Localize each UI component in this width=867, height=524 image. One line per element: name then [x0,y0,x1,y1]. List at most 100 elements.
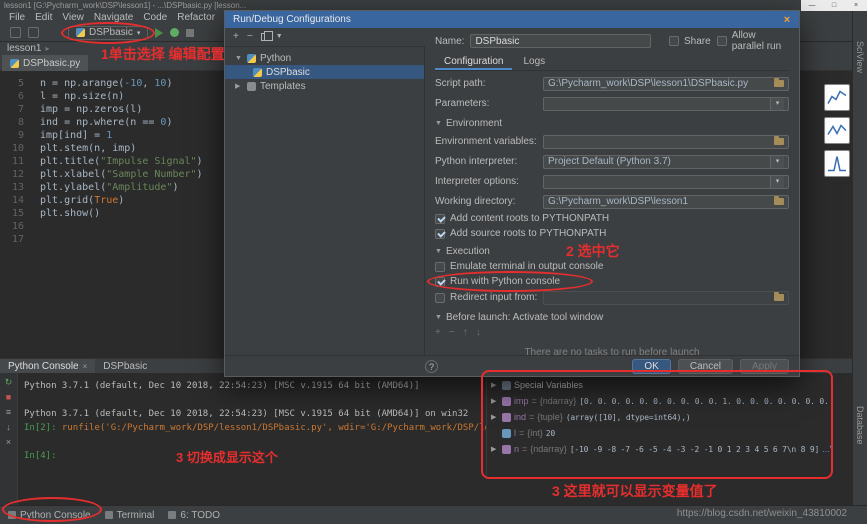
checkbox-icon[interactable] [669,36,679,46]
move-down-icon[interactable]: ↓ [476,327,481,338]
checkbox-run-with-python-console[interactable]: Run with Python console [435,276,585,287]
tool-window-tab-sciview[interactable]: SciView [855,41,865,73]
rerun-icon[interactable]: ↻ [5,377,13,387]
add-configuration-icon[interactable]: + [233,32,239,42]
status-item-6-todo[interactable]: 6: TODO [168,510,220,521]
remove-configuration-icon[interactable]: − [247,32,253,42]
variable-row[interactable]: l = {int} 20 [487,425,832,441]
environment-section-header[interactable]: ▼ Environment [435,118,789,129]
checkbox-icon[interactable] [435,293,445,303]
dialog-close-icon[interactable]: × [775,14,799,26]
checkbox-icon[interactable] [717,36,727,46]
variable-row[interactable]: ▶Special Variables [487,377,832,393]
checkbox-emulate-terminal[interactable]: Emulate terminal in output console [435,261,789,272]
chevron-down-icon[interactable]: ▾ [770,156,784,168]
checkbox-redirect-input[interactable]: Redirect input from: [435,292,543,303]
menu-item-code[interactable]: Code [138,12,172,23]
scroll-to-end-icon[interactable]: ↓ [6,422,11,432]
stop-icon[interactable]: ■ [6,392,11,402]
browse-folder-icon[interactable] [774,198,784,205]
status-item-python-console[interactable]: Python Console [8,510,91,521]
parameters-input[interactable]: ▾ [543,97,789,111]
checkbox-icon[interactable] [435,214,445,224]
browse-folder-icon[interactable] [774,294,784,301]
variable-text: [0. 0. 0. 0. 0. 0. 0. 0. 0. 0. 1. 0. 0. … [579,397,832,406]
menu-item-navigate[interactable]: Navigate [89,12,138,23]
debug-button-icon[interactable] [170,28,179,37]
chevron-down-icon[interactable]: ▼ [235,55,243,62]
checkbox-add-source-roots[interactable]: Add source roots to PYTHONPATH [435,228,789,239]
breadcrumb-project[interactable]: lesson1 [7,43,41,54]
checkbox-share[interactable]: Share [669,36,711,47]
move-up-icon[interactable]: ↑ [463,327,468,338]
save-all-icon[interactable] [28,27,39,38]
run-configuration-select[interactable]: DSPbasic ▾ [68,26,148,40]
chevron-right-icon[interactable]: ▶ [491,381,499,389]
tree-node-python[interactable]: ▼ Python [225,51,424,65]
close-icon[interactable]: × [845,0,867,11]
redirect-input-field[interactable] [543,291,789,305]
view-as-array-link[interactable]: ...View as Array [822,444,832,454]
copy-configuration-icon[interactable] [261,33,268,41]
plot-thumbnail[interactable] [824,150,850,177]
menu-item-refactor[interactable]: Refactor [172,12,220,23]
working-directory-input[interactable]: G:\Pycharm_work\DSP\lesson1 [543,195,789,209]
before-launch-section-header[interactable]: ▼ Before launch: Activate tool window [435,312,789,323]
apply-button[interactable]: Apply [740,359,789,374]
sort-configurations-icon[interactable]: ▼ [276,32,283,42]
variable-row[interactable]: ▶n = {ndarray} [-10 -9 -8 -7 -6 -5 -4 -3… [487,441,832,457]
editor-tab-dspbasic[interactable]: DSPbasic.py [2,55,88,71]
tab-logs[interactable]: Logs [514,55,554,70]
checkbox-add-content-roots[interactable]: Add content roots to PYTHONPATH [435,213,789,224]
script-path-input[interactable]: G:\Pycharm_work\DSP\lesson1\DSPbasic.py [543,77,789,91]
stop-button-icon[interactable] [186,29,194,37]
line-number: 5 [0,77,28,90]
variable-row[interactable]: ▶imp = {ndarray} [0. 0. 0. 0. 0. 0. 0. 0… [487,393,832,409]
console-tab-python-console[interactable]: Python Console × [0,359,95,374]
checkbox-allow-parallel-run[interactable]: Allow parallel run [717,30,789,52]
name-input[interactable]: DSPbasic [470,34,651,48]
env-vars-input[interactable] [543,135,789,149]
console-token: runfile('G:/Pycharm_work/DSP/lesson1/DSP… [57,423,528,433]
chevron-right-icon[interactable]: ▶ [491,445,499,453]
menu-item-edit[interactable]: Edit [30,12,57,23]
options-menu-icon[interactable]: ≡ [6,407,11,417]
dialog-titlebar[interactable]: Run/Debug Configurations × [225,11,799,28]
chevron-right-icon[interactable]: ▶ [235,82,243,90]
open-project-icon[interactable] [10,27,21,38]
browse-folder-icon[interactable] [774,80,784,87]
plot-thumbnail[interactable] [824,84,850,111]
expand-field-icon[interactable]: ▾ [770,176,784,188]
checkbox-icon[interactable] [435,229,445,239]
tool-window-tab-database[interactable]: Database [855,406,865,445]
help-button[interactable]: ? [425,360,438,373]
checkbox-icon[interactable] [435,262,445,272]
variable-row[interactable]: ▶ind = {tuple} (array([10], dtype=int64)… [487,409,832,425]
close-console-icon[interactable]: × [6,437,11,447]
configurations-tree: ▼ Python DSPbasic ▶ Templates [225,47,425,355]
tree-node-dspbasic[interactable]: DSPbasic [225,65,424,79]
close-tab-icon[interactable]: × [83,362,88,371]
chevron-right-icon[interactable]: ▶ [491,397,499,405]
console-tab-dspbasic[interactable]: DSPbasic [95,359,155,374]
tab-configuration[interactable]: Configuration [435,55,512,70]
ok-button[interactable]: OK [632,359,670,374]
add-task-icon[interactable]: + [435,327,441,338]
interpreter-options-input[interactable]: ▾ [543,175,789,189]
menu-item-view[interactable]: View [57,12,89,23]
tree-node-templates[interactable]: ▶ Templates [225,79,424,93]
menu-item-file[interactable]: File [4,12,30,23]
interpreter-select[interactable]: Project Default (Python 3.7) ▾ [543,155,789,169]
status-item-terminal[interactable]: Terminal [105,510,155,521]
cancel-button[interactable]: Cancel [678,359,733,374]
minimize-icon[interactable]: — [801,0,823,11]
checkbox-icon[interactable] [435,277,445,287]
run-button-icon[interactable] [155,28,163,38]
expand-field-icon[interactable]: ▾ [770,98,784,110]
maximize-icon[interactable]: □ [823,0,845,11]
plot-thumbnail[interactable] [824,117,850,144]
remove-task-icon[interactable]: − [449,327,455,338]
browse-folder-icon[interactable] [774,138,784,145]
chevron-right-icon[interactable]: ▶ [491,413,499,421]
python-console-panel: ↻■≡↓× Python 3.7.1 (default, Dec 10 2018… [0,373,852,505]
